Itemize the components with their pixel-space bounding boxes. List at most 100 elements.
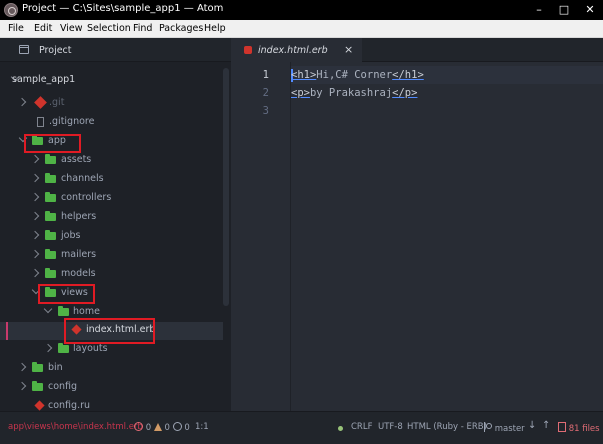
tree-folder-views[interactable]: views [0,285,223,303]
menu-help[interactable]: Help [204,23,226,34]
menu-file[interactable]: File [8,23,24,34]
editor-tab-index[interactable]: index.html.erb × [231,38,362,62]
tree-item-label: home [73,306,100,317]
folder-icon [58,306,69,316]
tree-item-label: config [48,381,78,392]
editor-tab-bar: index.html.erb × [231,38,603,62]
menu-view[interactable]: View [60,23,83,34]
chevron-right-icon [30,173,40,183]
close-button[interactable]: ✕ [577,0,603,20]
code-editor[interactable]: 1 2 3 <h1>Hi,C# Corner</h1> <p>by Prakas… [231,62,603,411]
tree-folder-bin[interactable]: bin [0,360,223,378]
tree-scrollbar[interactable] [223,68,229,306]
maximize-button[interactable]: □ [551,0,577,20]
status-file-path[interactable]: app\views\home\index.html.erb [8,422,143,432]
chevron-right-icon [30,249,40,259]
menu-selection[interactable]: Selection [87,23,131,34]
tree-item-label: bin [48,362,63,373]
tree-root-label: sample_app1 [12,74,76,85]
code-open-tag: <h1> [291,69,317,81]
error-count: 0 [145,423,152,433]
window-title: Project — C:\Sites\sample_app1 — Atom [22,3,224,14]
files-icon [558,422,566,432]
chevron-right-icon [43,343,53,353]
menu-packages[interactable]: Packages [159,23,203,34]
folder-icon [45,154,56,164]
folder-icon [45,230,56,240]
tree-item-gitignore[interactable]: .gitignore [0,114,223,132]
status-grammar[interactable]: HTML (Ruby - ERB) [407,422,487,432]
tree-item-label: channels [61,173,104,184]
menu-find[interactable]: Find [133,23,152,34]
chevron-right-icon [17,362,27,372]
tree-view-tab[interactable]: Project [0,38,231,62]
project-icon [19,45,29,54]
chevron-right-icon [17,381,27,391]
warning-count: 0 [164,423,170,433]
folder-icon [45,173,56,183]
folder-icon [45,192,56,202]
chevron-right-icon [30,211,40,221]
tree-item-label: mailers [61,249,97,260]
warning-icon [153,423,162,431]
atom-logo-icon [4,3,18,17]
line-number-gutter[interactable]: 1 2 3 [231,62,291,411]
editor-tab-label: index.html.erb [258,45,328,56]
folder-icon [45,268,56,278]
status-line-ending[interactable]: CRLF [351,422,372,432]
tree-file-config-ru[interactable]: config.ru [0,398,223,411]
folder-icon [45,211,56,221]
tree-folder-channels[interactable]: channels [0,171,223,189]
tree-item-label: layouts [73,343,108,354]
tree-item-label: jobs [61,230,81,241]
tree-folder-config[interactable]: config [0,379,223,397]
info-count: 0 [184,423,190,433]
tree-folder-models[interactable]: models [0,266,223,284]
tab-close-icon[interactable]: × [344,43,353,56]
line-number: 3 [262,105,269,117]
status-dot [338,424,343,434]
code-close-tag: </h1> [392,69,424,81]
push-up-icon[interactable]: ↑ [542,420,550,431]
folder-icon [32,381,43,391]
tree-item-label: controllers [61,192,112,203]
code-line: <h1>Hi,C# Corner</h1> [291,69,424,81]
code-text: by Prakashraj [309,87,393,99]
minimize-button[interactable]: – [526,0,552,20]
tree-tab-label: Project [39,45,72,56]
highlight-box-views [38,284,95,304]
selection-marker [6,322,8,340]
code-text: Hi,C# Corner [316,69,393,81]
status-encoding[interactable]: UTF-8 [378,422,403,432]
fetch-down-icon[interactable]: ↓ [528,420,536,431]
tree-folder-assets[interactable]: assets [0,152,223,170]
chevron-down-icon [43,304,53,314]
chevron-right-icon [30,154,40,164]
status-diagnostics[interactable]: 0 0 0 [134,422,190,433]
title-bar: Project — C:\Sites\sample_app1 — Atom – … [0,0,603,20]
tree-item-git[interactable]: .git [0,95,223,113]
code-line: <p>by Prakashraj</p> [291,87,417,99]
chevron-right-icon [30,192,40,202]
status-branch[interactable]: master [484,422,525,434]
status-dot-icon [338,426,343,431]
tree-folder-mailers[interactable]: mailers [0,247,223,265]
status-cursor-position[interactable]: 1:1 [195,422,209,432]
files-count: 81 files [568,424,600,434]
git-icon [34,96,47,109]
tree-root[interactable]: sample_app1 [0,72,223,90]
line-number: 2 [262,87,269,99]
tree-item-label: helpers [61,211,97,222]
tree-folder-controllers[interactable]: controllers [0,190,223,208]
highlight-box-index [64,318,155,344]
chevron-right-icon [30,230,40,240]
menu-edit[interactable]: Edit [34,23,52,34]
tree-folder-jobs[interactable]: jobs [0,228,223,246]
branch-name: master [494,424,525,434]
code-open-tag: <p> [291,87,310,99]
menu-bar: File Edit View Selection Find Packages H… [0,20,603,38]
status-files[interactable]: 81 files [558,422,600,434]
tree-folder-helpers[interactable]: helpers [0,209,223,227]
folder-icon [58,343,69,353]
git-branch-icon [484,422,492,432]
